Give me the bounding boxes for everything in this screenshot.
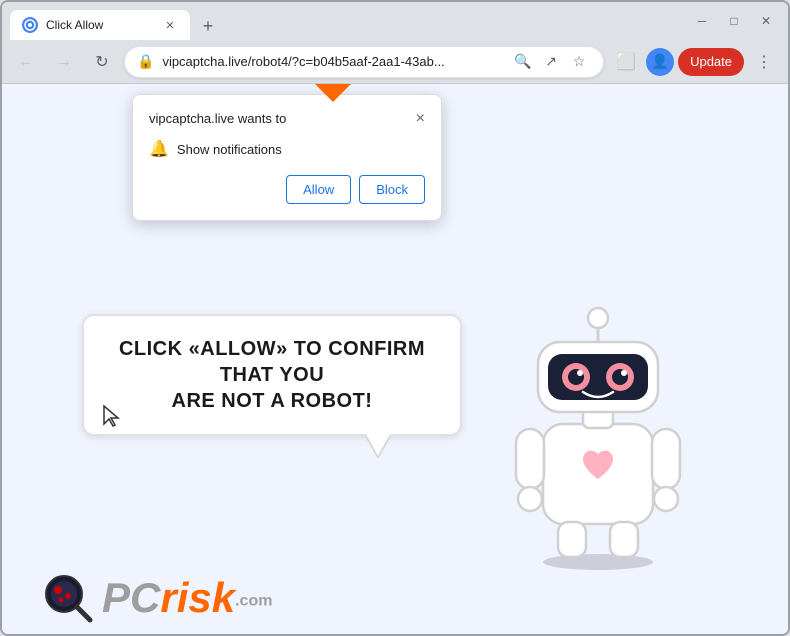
security-lock-icon: 🔒 [137, 53, 154, 70]
pcrisk-icon [42, 572, 94, 624]
notification-option-row: 🔔 Show notifications [149, 139, 425, 159]
title-bar: Click Allow ✕ + ─ □ ✕ [2, 2, 788, 40]
bookmark-icon[interactable]: ☆ [567, 50, 591, 74]
new-tab-button[interactable]: + [194, 12, 222, 40]
notification-permission-popup: vipcaptcha.live wants to × 🔔 Show notifi… [132, 94, 442, 221]
arrow-indicator [293, 84, 373, 112]
navigation-bar: ← → ↻ 🔒 vipcaptcha.live/robot4/?c=b04b5a… [2, 40, 788, 84]
toolbar-right: ⬜ 👤 Update ⋮ [610, 46, 780, 78]
address-bar[interactable]: 🔒 vipcaptcha.live/robot4/?c=b04b5aaf-2aa… [124, 46, 604, 78]
speech-bubble: CLICK «ALLOW» TO CONFIRM THAT YOU ARE NO… [82, 314, 462, 436]
tab-area: Click Allow ✕ + [10, 2, 682, 40]
url-display: vipcaptcha.live/robot4/?c=b04b5aaf-2aa1-… [162, 54, 503, 69]
browser-window: Click Allow ✕ + ─ □ ✕ ← → ↻ 🔒 vipcaptcha… [0, 0, 790, 636]
popup-title: vipcaptcha.live wants to [149, 111, 286, 126]
block-button[interactable]: Block [359, 175, 425, 204]
popup-action-buttons: Allow Block [149, 175, 425, 204]
reload-button[interactable]: ↻ [86, 46, 118, 78]
back-button[interactable]: ← [10, 46, 42, 78]
minimize-button[interactable]: ─ [688, 7, 716, 35]
window-controls: ─ □ ✕ [688, 7, 780, 35]
tab-favicon [22, 17, 38, 33]
mouse-cursor [102, 404, 122, 434]
page-content: vipcaptcha.live wants to × 🔔 Show notifi… [2, 84, 788, 634]
pcrisk-logo: PCrisk.com [42, 572, 272, 624]
robot-character [488, 274, 708, 574]
extensions-button[interactable]: ⬜ [610, 46, 642, 78]
pcrisk-risk-text: risk [160, 574, 235, 621]
maximize-button[interactable]: □ [720, 7, 748, 35]
tab-title: Click Allow [46, 18, 103, 32]
pcrisk-com-text: .com [235, 593, 272, 610]
omnibox-icons: 🔍 ↗ ☆ [511, 50, 591, 74]
notification-option-label: Show notifications [177, 142, 282, 157]
tab-close-button[interactable]: ✕ [162, 17, 178, 33]
search-icon[interactable]: 🔍 [511, 50, 535, 74]
popup-close-button[interactable]: × [416, 111, 425, 127]
close-window-button[interactable]: ✕ [752, 7, 780, 35]
pcrisk-text: PCrisk.com [102, 574, 272, 622]
share-icon[interactable]: ↗ [539, 50, 563, 74]
forward-button[interactable]: → [48, 46, 80, 78]
allow-button[interactable]: Allow [286, 175, 351, 204]
menu-button[interactable]: ⋮ [748, 46, 780, 78]
active-tab[interactable]: Click Allow ✕ [10, 10, 190, 40]
bubble-text: CLICK «ALLOW» TO CONFIRM THAT YOU ARE NO… [108, 336, 436, 414]
profile-button[interactable]: 👤 [646, 48, 674, 76]
bell-icon: 🔔 [149, 139, 169, 159]
popup-header: vipcaptcha.live wants to × [149, 111, 425, 127]
pcrisk-pc-text: PC [102, 574, 160, 621]
update-button[interactable]: Update [678, 48, 744, 76]
profile-icon: 👤 [651, 53, 668, 70]
